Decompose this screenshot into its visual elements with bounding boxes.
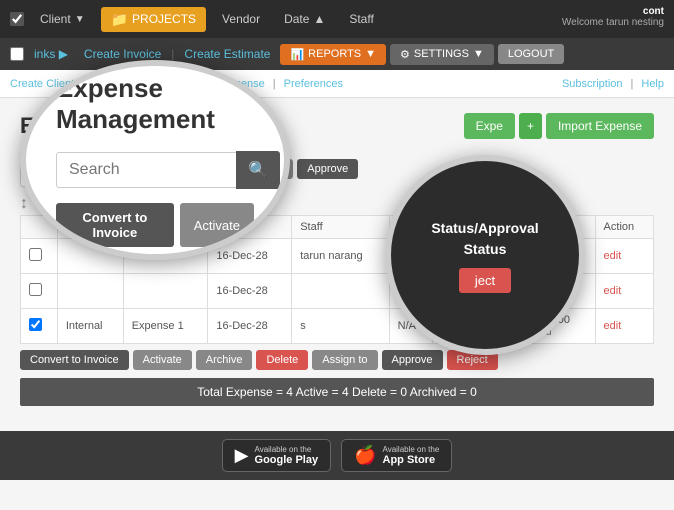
row3-category: Expense 1 (123, 309, 208, 344)
bottom-action-buttons: Convert to Invoice Activate Archive Dele… (20, 350, 654, 370)
import-expense-button[interactable]: Import Expense (546, 113, 654, 139)
approve-button[interactable]: Approve (297, 159, 358, 179)
magnify-search-button[interactable]: 🔍 (236, 151, 280, 189)
magnify-status-circle: Status/Approval Status ject (385, 155, 585, 355)
chart-icon: 📊 (290, 48, 304, 61)
bottom-approve-btn[interactable]: Approve (382, 350, 443, 370)
row2-staff (292, 274, 389, 309)
reports-button[interactable]: 📊 REPORTS ▼ (280, 44, 386, 65)
nav-create-estimate[interactable]: Create Estimate (178, 47, 276, 61)
apple-icon: 🍎 (354, 445, 376, 466)
magnify-search-input[interactable] (56, 152, 236, 188)
breadcrumb-right: Subscription | Help (562, 78, 664, 90)
plus-button[interactable]: + (519, 113, 542, 139)
help-link[interactable]: Help (641, 78, 664, 90)
magnify-search-icon: 🔍 (248, 162, 268, 179)
google-play-icon: ▶ (235, 445, 249, 466)
settings-button[interactable]: ⚙ SETTINGS ▼ (390, 44, 494, 65)
bottom-convert-btn[interactable]: Convert to Invoice (20, 350, 129, 370)
row2-client (57, 274, 123, 309)
magnify-search-circle: Expense Management 🔍 Convert to Invoice … (20, 60, 290, 260)
row3-action: edit (595, 309, 653, 344)
logout-button[interactable]: LOGOUT (498, 44, 564, 64)
nav-vendor[interactable]: Vendor (214, 12, 268, 26)
row3-date: 16-Dec-28 (208, 309, 292, 344)
row2-checkbox[interactable] (21, 274, 58, 309)
account-info: cont Welcome tarun nesting (562, 6, 664, 28)
magnify-left-content: Expense Management 🔍 Convert to Invoice … (26, 60, 284, 260)
nav-links[interactable]: inks ▶ (28, 47, 74, 61)
nav-create-invoice[interactable]: Create Invoice (78, 47, 167, 61)
magnify-status-label: Status/Approval Status (411, 218, 558, 260)
magnify-search-row: 🔍 (56, 151, 254, 189)
nav-checkbox-1[interactable] (10, 12, 24, 26)
app-store-row: ▶ Available on the Google Play 🍎 Availab… (0, 431, 674, 480)
magnify-action-row: Convert to Invoice Activate (56, 203, 254, 247)
app-store-button[interactable]: 🍎 Available on the App Store (341, 439, 452, 472)
row2-action: edit (595, 274, 653, 309)
second-nav: inks ▶ Create Invoice | Create Estimate … (0, 38, 674, 70)
nav-client[interactable]: Client ▼ (32, 12, 93, 26)
footer-totals: Total Expense = 4 Active = 4 Delete = 0 … (20, 378, 654, 406)
google-play-button[interactable]: ▶ Available on the Google Play (222, 439, 331, 472)
magnify-title: Expense Management (56, 73, 254, 135)
nav-projects[interactable]: 📁 PROJECTS (101, 7, 206, 32)
nav-checkbox-2[interactable] (10, 47, 24, 61)
row3-client: Internal (57, 309, 123, 344)
nav-date[interactable]: Date ▲ (276, 12, 333, 26)
bottom-assignto-btn[interactable]: Assign to (312, 350, 377, 370)
row1-staff: tarun narang (292, 239, 389, 274)
row2-category (123, 274, 208, 309)
nav-divider-1: | (171, 47, 174, 61)
top-nav: Client ▼ 📁 PROJECTS Vendor Date ▲ Staff … (0, 0, 674, 38)
col-action: Action (595, 216, 653, 239)
magnify-reject-button[interactable]: ject (459, 268, 511, 293)
row1-action: edit (595, 239, 653, 274)
breadcrumb-preferences[interactable]: Preferences (284, 78, 343, 90)
row3-checkbox[interactable] (21, 309, 58, 344)
gear-icon: ⚙ (400, 48, 410, 61)
bottom-archive-btn[interactable]: Archive (196, 350, 253, 370)
row2-date: 16-Dec-28 (208, 274, 292, 309)
nav-staff[interactable]: Staff (341, 12, 381, 26)
app-store-text: Available on the App Store (383, 445, 440, 466)
google-play-text: Available on the Google Play (255, 445, 319, 466)
scroll-left-icon[interactable]: ↕ (20, 195, 28, 213)
row1-checkbox[interactable] (21, 239, 58, 274)
bottom-activate-btn[interactable]: Activate (133, 350, 192, 370)
col-staff: Staff (292, 216, 389, 239)
bottom-delete-btn[interactable]: Delete (256, 350, 308, 370)
header-actions: Expe + Import Expense (464, 113, 654, 139)
expense-button[interactable]: Expe (464, 113, 515, 139)
row3-staff: s (292, 309, 389, 344)
subscription-link[interactable]: Subscription (562, 78, 623, 90)
folder-icon: 📁 (111, 11, 128, 28)
